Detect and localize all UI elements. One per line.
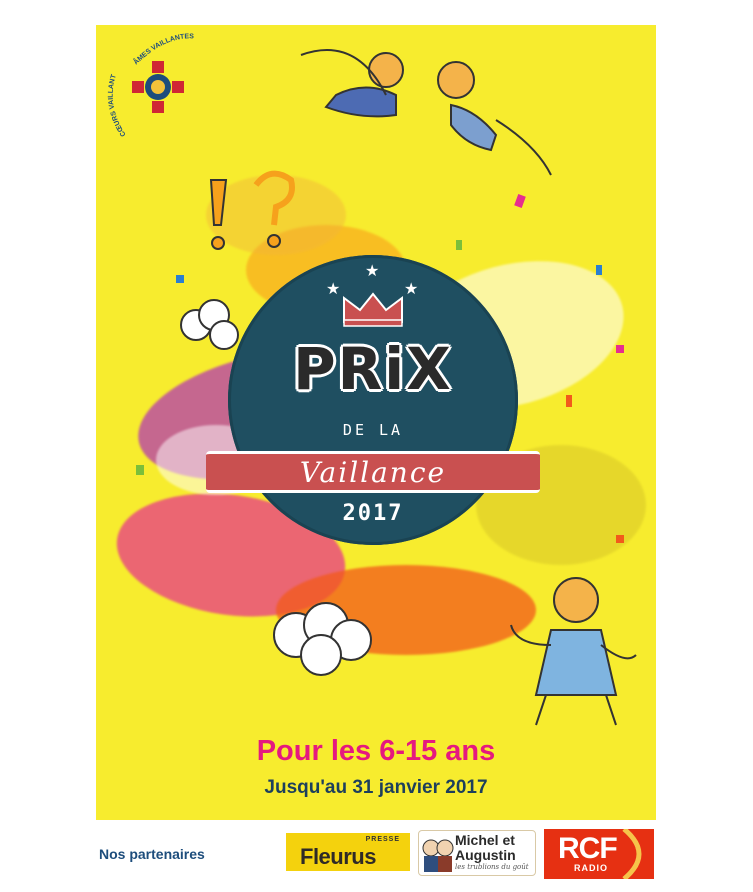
partner-logo-fleurus[interactable]: PRESSE Fleurus — [286, 833, 410, 871]
badge-year: 2017 — [342, 501, 404, 526]
badge-ribbon: Vaillance — [206, 451, 540, 493]
michel-name-line2: Augustin — [455, 847, 516, 863]
partner-logo-michel-augustin[interactable]: Michel et Augustin les trublions du goût — [418, 830, 536, 876]
svg-text:CŒURS VAILLANTS: CŒURS VAILLANTS — [96, 25, 128, 138]
crest-text-top: ÂMES VAILLANTES — [131, 33, 194, 66]
rcf-name: RCF — [558, 832, 618, 865]
michel-tagline: les trublions du goût — [455, 863, 529, 871]
badge-title: PRiX — [293, 335, 453, 403]
rcf-wave-icon — [622, 829, 642, 879]
mascots-icon — [422, 839, 454, 872]
exclamation-question-doodle — [209, 170, 295, 250]
svg-text:ÂMES VAILLANTES: ÂMES VAILLANTES — [131, 33, 194, 66]
deadline-subline: Jusqu'au 31 janvier 2017 — [264, 777, 488, 798]
partner-logo-rcf[interactable]: RCF RADIO — [544, 829, 654, 879]
crest-arc-text: ÂMES VAILLANTES CŒURS VAILLANTS — [96, 25, 194, 138]
girl-doodle — [510, 577, 637, 726]
partners-label: Nos partenaires — [99, 846, 205, 862]
star-icon: ★ — [365, 261, 380, 280]
michel-name-line1: Michel et — [455, 832, 515, 848]
rcf-small-text: RADIO — [574, 863, 608, 873]
flying-kids-doodle — [300, 49, 552, 176]
crest-text-left: CŒURS VAILLANTS — [96, 25, 128, 138]
badge-ribbon-text: Vaillance — [299, 456, 447, 489]
badge-de-la: DE LA — [342, 421, 404, 439]
age-range-headline: Pour les 6-15 ans — [256, 735, 496, 767]
prix-badge: ★ ★ ★ PRiX DE LA Vaillance 2017 — [206, 255, 540, 545]
fleurus-small-text: PRESSE — [365, 836, 400, 843]
fleurus-name: Fleurus — [300, 844, 376, 869]
star-icon: ★ — [326, 279, 341, 298]
star-icon: ★ — [404, 279, 419, 298]
crown-icon — [343, 292, 403, 327]
